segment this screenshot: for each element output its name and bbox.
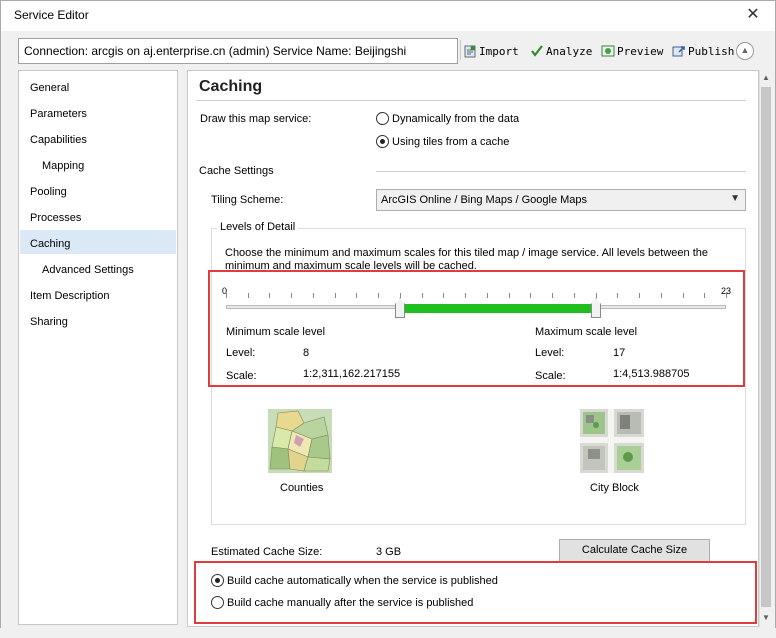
import-label: Import [479, 44, 519, 58]
radio-build-manual-label: Build cache manually after the service i… [227, 596, 474, 609]
slider-tick [726, 293, 727, 298]
slider-tick [487, 293, 488, 298]
slider-tick [509, 293, 510, 298]
publish-icon [672, 44, 686, 58]
slider-tick [248, 293, 249, 298]
publish-label: Publish [688, 44, 735, 58]
slider-tick [443, 293, 444, 298]
min-scale-value: 1:2,311,162.217155 [303, 368, 401, 380]
analyze-label: Analyze [546, 44, 593, 58]
city-block-label: City Block [590, 482, 639, 494]
radio-dynamic-label: Dynamically from the data [392, 112, 520, 125]
slider-tick [596, 293, 597, 298]
min-level-label: Level: [226, 347, 256, 359]
slider-tick [269, 293, 270, 298]
radio-tiles[interactable]: Using tiles from a cache [376, 135, 509, 148]
tiling-scheme-value: ArcGIS Online / Bing Maps / Google Maps [381, 194, 588, 206]
toolbar-separator [460, 40, 461, 60]
slider-tick [226, 293, 227, 298]
slider-tick [617, 293, 618, 298]
publish-button[interactable]: Publish [672, 42, 734, 60]
calculate-cache-size-button[interactable]: Calculate Cache Size [559, 539, 710, 562]
radio-dynamic[interactable]: Dynamically from the data [376, 112, 519, 125]
max-level-label: Level: [535, 347, 565, 359]
sidebar-item-parameters[interactable]: Parameters [20, 102, 176, 126]
max-scale-value: 1:4,513.988705 [613, 368, 690, 380]
sidebar-item-caching[interactable]: Caching [20, 230, 176, 254]
slider-tick [291, 293, 292, 298]
cache-settings-label: Cache Settings [199, 165, 274, 177]
preview-label: Preview [617, 44, 664, 58]
scroll-down-icon[interactable]: ▼ [759, 610, 773, 626]
scrollbar-thumb[interactable] [761, 87, 771, 607]
sidebar-item-pooling[interactable]: Pooling [20, 180, 176, 204]
max-scale-label: Scale: [535, 370, 566, 382]
radio-dynamic-circle[interactable] [376, 112, 389, 125]
slider-tick [378, 293, 379, 298]
max-scale-header: Maximum scale level [535, 326, 638, 338]
estimated-cache-size-value: 3 GB [376, 546, 402, 558]
title-bar[interactable] [1, 1, 775, 31]
slider-tick [400, 293, 401, 298]
connection-field[interactable]: Connection: arcgis on aj.enterprise.cn (… [18, 38, 458, 64]
sidebar-item-processes[interactable]: Processes [20, 206, 176, 230]
sidebar-item-mapping[interactable]: Mapping [20, 154, 176, 178]
counties-thumbnail [268, 409, 332, 473]
checkmark-icon [530, 44, 544, 58]
preview-icon [601, 44, 615, 58]
max-level-value: 17 [613, 347, 626, 359]
scale-slider-range-fill [405, 304, 596, 313]
slider-tick [313, 293, 314, 298]
window-bottom-edge [0, 628, 776, 638]
radio-build-auto-label: Build cache automatically when the servi… [227, 574, 498, 587]
radio-build-auto-circle[interactable] [211, 574, 224, 587]
import-button[interactable]: Import [463, 42, 519, 60]
slider-tick [683, 293, 684, 298]
draw-service-label: Draw this map service: [200, 113, 312, 125]
slider-tick [704, 293, 705, 298]
slider-tick [574, 293, 575, 298]
import-icon [463, 44, 477, 58]
cache-settings-divider [376, 171, 746, 172]
sidebar-item-capabilities[interactable]: Capabilities [20, 128, 176, 152]
slider-tick [422, 293, 423, 298]
slider-tick [639, 293, 640, 298]
tiling-scheme-label: Tiling Scheme: [211, 194, 284, 206]
sidebar-item-item-description[interactable]: Item Description [20, 284, 176, 308]
page-title: Caching [199, 78, 263, 95]
sidebar: General Parameters Capabilities Mapping … [18, 70, 178, 625]
close-icon[interactable]: ✕ [742, 5, 764, 25]
chevron-down-icon[interactable]: ▼ [730, 193, 740, 204]
slider-tick [530, 293, 531, 298]
radio-build-manual[interactable]: Build cache manually after the service i… [211, 596, 473, 609]
sidebar-item-general[interactable]: General [20, 76, 176, 100]
min-scale-label: Scale: [226, 370, 257, 382]
window-title: Service Editor [14, 8, 89, 22]
highlight-box-build-options [194, 561, 757, 624]
slider-tick [661, 293, 662, 298]
estimated-cache-size-label: Estimated Cache Size: [211, 546, 323, 558]
levels-of-detail-legend: Levels of Detail [217, 221, 299, 233]
radio-tiles-label: Using tiles from a cache [392, 135, 510, 148]
tiling-scheme-select[interactable]: ArcGIS Online / Bing Maps / Google Maps … [376, 189, 746, 211]
preview-button[interactable]: Preview [601, 42, 663, 60]
counties-label: Counties [280, 482, 324, 494]
title-divider [196, 100, 746, 101]
city-block-thumbnail [580, 409, 644, 473]
radio-build-manual-circle[interactable] [211, 596, 224, 609]
slider-tick [356, 293, 357, 298]
sidebar-item-sharing[interactable]: Sharing [20, 310, 176, 334]
sidebar-item-advanced-settings[interactable]: Advanced Settings [20, 258, 176, 282]
slider-tick [335, 293, 336, 298]
slider-tick [465, 293, 466, 298]
min-scale-header: Minimum scale level [226, 326, 326, 338]
slider-tick [552, 293, 553, 298]
radio-tiles-circle[interactable] [376, 135, 389, 148]
chevron-up-icon[interactable]: ▲ [736, 42, 754, 60]
radio-build-auto[interactable]: Build cache automatically when the servi… [211, 574, 498, 587]
scroll-up-icon[interactable]: ▲ [759, 70, 773, 86]
min-level-value: 8 [303, 347, 310, 359]
analyze-button[interactable]: Analyze [530, 42, 592, 60]
